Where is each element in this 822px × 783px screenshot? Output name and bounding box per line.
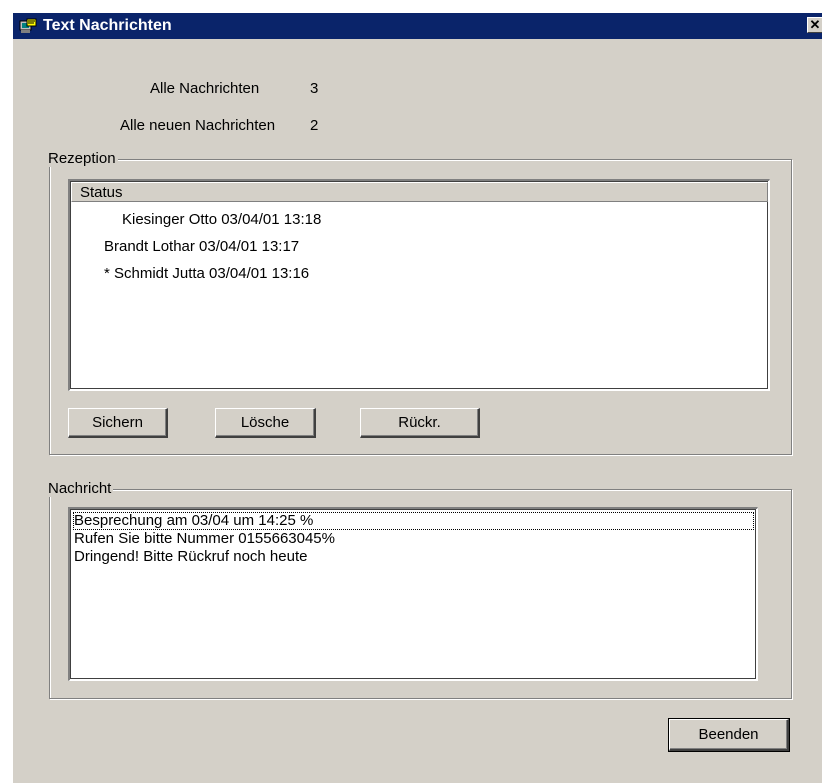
status-column-header[interactable]: Status bbox=[71, 182, 768, 202]
list-item[interactable]: Kiesinger Otto 03/04/01 13:18 bbox=[122, 211, 321, 228]
delete-button[interactable]: Lösche bbox=[215, 408, 316, 438]
dialog-window: Text Nachrichten ✕ Alle Nachrichten 3 Al… bbox=[12, 12, 822, 783]
exit-button[interactable]: Beenden bbox=[668, 718, 790, 752]
message-group-label: Nachricht bbox=[48, 480, 114, 497]
save-button[interactable]: Sichern bbox=[68, 408, 168, 438]
title-bar[interactable]: Text Nachrichten ✕ bbox=[13, 13, 822, 39]
all-messages-count: 3 bbox=[310, 80, 319, 97]
callback-button[interactable]: Rückr. bbox=[360, 408, 480, 438]
message-line[interactable]: Besprechung am 03/04 um 14:25 % bbox=[73, 512, 754, 530]
new-messages-label: Alle neuen Nachrichten bbox=[120, 117, 276, 134]
status-column-label: Status bbox=[80, 184, 123, 201]
close-icon[interactable]: ✕ bbox=[807, 17, 822, 33]
new-messages-count: 2 bbox=[310, 117, 319, 134]
list-item[interactable]: * Schmidt Jutta 03/04/01 13:16 bbox=[104, 265, 309, 282]
all-messages-label: Alle Nachrichten bbox=[150, 80, 260, 97]
reception-list[interactable]: Status Kiesinger Otto 03/04/01 13:18 Bra… bbox=[68, 179, 770, 391]
list-item[interactable]: Brandt Lothar 03/04/01 13:17 bbox=[104, 238, 299, 255]
message-list[interactable]: Besprechung am 03/04 um 14:25 % Rufen Si… bbox=[68, 507, 758, 681]
window-title: Text Nachrichten bbox=[43, 17, 172, 34]
reception-group-label: Rezeption bbox=[48, 150, 118, 167]
message-group: Nachricht Besprechung am 03/04 um 14:25 … bbox=[48, 480, 792, 699]
messages-app-icon bbox=[19, 18, 37, 33]
message-line[interactable]: Dringend! Bitte Rückruf noch heute bbox=[73, 548, 754, 566]
message-line[interactable]: Rufen Sie bitte Nummer 0155663045% bbox=[73, 530, 754, 548]
reception-group: Rezeption Status Kiesinger Otto 03/04/01… bbox=[48, 150, 792, 455]
